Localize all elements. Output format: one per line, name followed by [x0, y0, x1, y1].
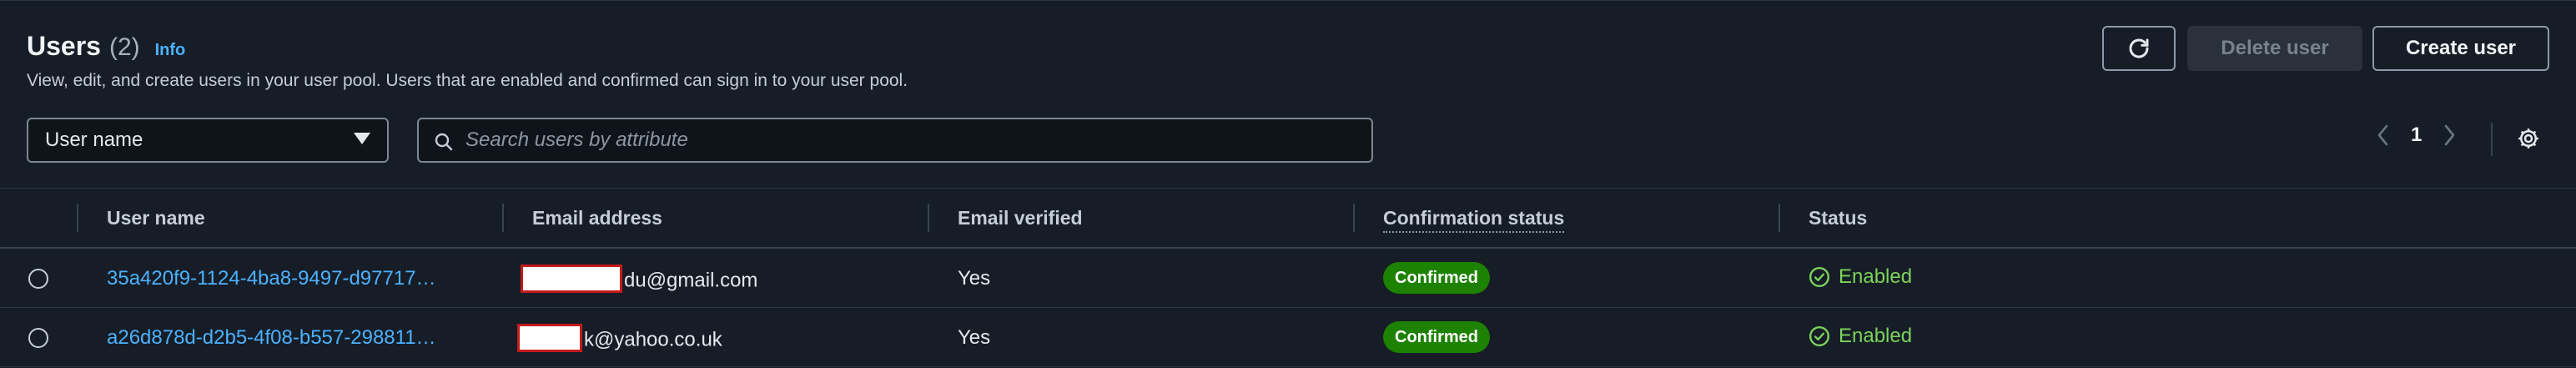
search-placeholder: Search users by attribute: [465, 129, 688, 151]
user-name-link[interactable]: 35a420f9-1124-4ba8-9497-d97717…: [107, 267, 436, 290]
column-separator: [1353, 204, 1355, 232]
email-address: k@yahoo.co.uk: [517, 324, 722, 355]
table-header: User name Email address Email verified C…: [0, 188, 2576, 249]
search-input[interactable]: Search users by attribute: [417, 118, 1373, 163]
chevron-right-icon[interactable]: [2442, 123, 2457, 148]
email-verified: Yes: [958, 326, 991, 349]
page-header: Users (2) Info: [27, 31, 185, 62]
user-name-link[interactable]: a26d878d-d2b5-4f08-b557-298811…: [107, 326, 436, 350]
page-description: View, edit, and create users in your use…: [27, 71, 908, 90]
status-text: Enabled: [1839, 325, 1913, 347]
refresh-button[interactable]: [2102, 26, 2176, 71]
column-separator: [77, 204, 78, 232]
info-link[interactable]: Info: [155, 41, 186, 60]
confirmation-status-badge: Confirmed: [1383, 321, 1490, 353]
user-count: (2): [108, 33, 140, 61]
table-row[interactable]: a26d878d-d2b5-4f08-b557-298811… k@yahoo.…: [0, 308, 2576, 367]
column-header-confirmation-status[interactable]: Confirmation status: [1383, 207, 1565, 233]
column-separator: [502, 204, 504, 232]
row-select-radio[interactable]: [28, 269, 48, 289]
check-circle-icon: [1809, 266, 1830, 288]
column-header-user-name[interactable]: User name: [107, 207, 205, 229]
create-user-button[interactable]: Create user: [2372, 26, 2549, 71]
column-header-email-verified[interactable]: Email verified: [958, 207, 1083, 229]
users-table: User name Email address Email verified C…: [0, 188, 2576, 367]
property-filter-select[interactable]: User name: [27, 118, 389, 163]
pagination: 1: [2376, 123, 2457, 148]
column-separator: [1779, 204, 1780, 232]
page-number[interactable]: 1: [2411, 124, 2422, 147]
property-filter-value: User name: [45, 129, 143, 151]
status-indicator: Enabled: [1809, 325, 1912, 348]
status-indicator: Enabled: [1809, 265, 1912, 289]
confirmation-status-badge: Confirmed: [1383, 262, 1490, 294]
gear-icon[interactable]: [2516, 126, 2541, 151]
table-row[interactable]: 35a420f9-1124-4ba8-9497-d97717… du@gmail…: [0, 249, 2576, 308]
email-visible-part: du@gmail.com: [624, 269, 758, 292]
check-circle-icon: [1809, 325, 1830, 347]
row-select-radio[interactable]: [28, 328, 48, 348]
column-header-status[interactable]: Status: [1809, 207, 1867, 229]
email-address: du@gmail.com: [521, 265, 758, 295]
column-header-email[interactable]: Email address: [532, 207, 662, 229]
email-visible-part: k@yahoo.co.uk: [584, 328, 722, 351]
search-icon: [435, 133, 453, 151]
delete-user-button[interactable]: Delete user: [2187, 26, 2362, 71]
status-text: Enabled: [1839, 265, 1913, 288]
page-title: Users: [27, 31, 101, 61]
redaction-box: [521, 265, 622, 293]
redaction-box: [517, 324, 582, 352]
pager-divider: [2491, 123, 2493, 156]
refresh-icon: [2129, 38, 2149, 58]
email-verified: Yes: [958, 267, 991, 290]
users-panel: Users (2) Info View, edit, and create us…: [0, 0, 2576, 368]
column-separator: [928, 204, 929, 232]
caret-down-icon: [354, 133, 370, 144]
chevron-left-icon[interactable]: [2376, 123, 2391, 148]
